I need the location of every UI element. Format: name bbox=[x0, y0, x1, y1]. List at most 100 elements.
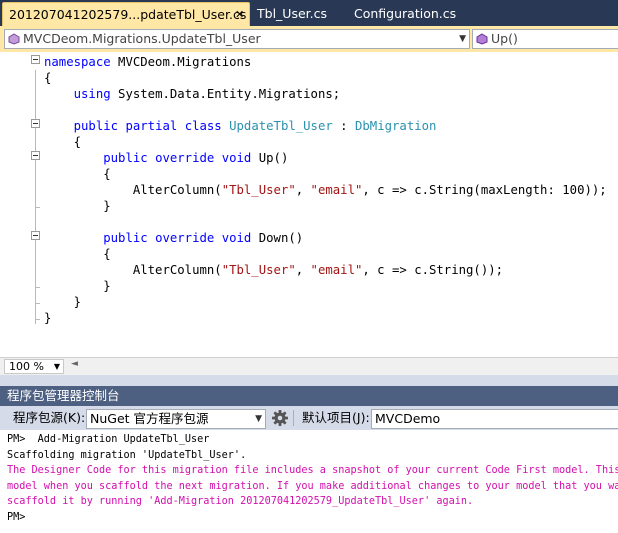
code-text: Up() bbox=[251, 151, 289, 165]
code-line: { bbox=[44, 70, 51, 86]
console-title-bar: 程序包管理器控制台 bbox=[0, 386, 618, 406]
chevron-down-icon: ▼ bbox=[53, 362, 60, 371]
console-title: 程序包管理器控制台 bbox=[7, 388, 120, 403]
package-source-label: 程序包源(K): bbox=[13, 410, 86, 425]
code-text: , c => c.String(maxLength: 100)); bbox=[362, 183, 607, 197]
outline-end bbox=[35, 319, 40, 320]
code-keyword: public bbox=[103, 151, 148, 165]
code-text: { bbox=[44, 167, 111, 181]
code-text: Down() bbox=[251, 231, 304, 245]
outline-line bbox=[35, 70, 36, 324]
code-text: , bbox=[295, 263, 311, 277]
code-text: MVCDeom.Migrations bbox=[110, 55, 252, 69]
collapse-icon[interactable] bbox=[31, 119, 40, 128]
outline-end bbox=[35, 303, 40, 304]
code-text: { bbox=[44, 135, 82, 149]
code-text: , bbox=[295, 183, 311, 197]
code-keyword: partial bbox=[125, 119, 178, 133]
type-selector-dropdown[interactable]: MVCDeom.Migrations.UpdateTbl_User ▼ bbox=[4, 29, 470, 49]
code-text: AlterColumn( bbox=[44, 183, 222, 197]
code-string: "Tbl_User" bbox=[221, 263, 296, 277]
package-source-dropdown[interactable]: NuGet 官方程序包源 ▼ bbox=[86, 409, 266, 429]
tab-label: 201207041202579...pdateTbl_User.cs bbox=[9, 7, 247, 22]
code-line: public partial class UpdateTbl_User : Db… bbox=[44, 118, 437, 134]
scroll-left-icon[interactable]: ◄ bbox=[71, 359, 78, 369]
navigation-bar: MVCDeom.Migrations.UpdateTbl_User ▼ Up() bbox=[0, 26, 618, 52]
code-text: } bbox=[44, 199, 111, 213]
collapse-icon[interactable] bbox=[31, 151, 40, 160]
code-line: } bbox=[44, 310, 51, 326]
close-icon[interactable]: ✕ bbox=[235, 3, 244, 27]
console-output[interactable]: PM> Add-Migration UpdateTbl_User Scaffold… bbox=[0, 430, 618, 533]
code-text: System.Data.Entity.Migrations; bbox=[110, 87, 341, 101]
code-text: { bbox=[44, 71, 52, 85]
code-text: { bbox=[44, 247, 111, 261]
tab-label: Configuration.cs bbox=[354, 6, 457, 21]
tab-tbl-user[interactable]: Tbl_User.cs bbox=[257, 2, 327, 26]
code-line: namespace MVCDeom.Migrations bbox=[44, 54, 251, 70]
code-keyword: public bbox=[73, 119, 119, 133]
method-icon bbox=[476, 33, 488, 45]
code-keyword: void bbox=[221, 231, 252, 245]
collapse-icon[interactable] bbox=[31, 231, 40, 240]
editor-status-row bbox=[0, 357, 618, 375]
package-source-value: NuGet 官方程序包源 bbox=[90, 411, 209, 426]
toolbar-separator bbox=[293, 410, 294, 426]
code-text: , c => c.String()); bbox=[362, 263, 504, 277]
code-string: "email" bbox=[310, 263, 363, 277]
gear-icon[interactable] bbox=[271, 409, 289, 427]
default-project-value: MVCDemo bbox=[375, 411, 441, 426]
code-text: } bbox=[44, 279, 111, 293]
code-text: : bbox=[332, 119, 355, 133]
code-text: } bbox=[44, 295, 82, 309]
code-keyword: namespace bbox=[44, 55, 111, 69]
code-text: AlterColumn( bbox=[44, 263, 222, 277]
default-project-dropdown[interactable]: MVCDemo bbox=[371, 409, 618, 429]
type-selector-value: MVCDeom.Migrations.UpdateTbl_User bbox=[23, 31, 261, 46]
code-keyword: override bbox=[155, 231, 215, 245]
chevron-down-icon: ▼ bbox=[255, 414, 262, 424]
code-line: using System.Data.Entity.Migrations; bbox=[44, 86, 341, 102]
member-selector-dropdown[interactable]: Up() bbox=[472, 29, 618, 49]
code-keyword: class bbox=[184, 119, 222, 133]
code-line: } bbox=[44, 198, 111, 214]
code-line: AlterColumn("Tbl_User", "email", c => c.… bbox=[44, 262, 503, 278]
console-output-line: PM> bbox=[7, 512, 26, 523]
code-type: UpdateTbl_User bbox=[229, 119, 333, 133]
console-output-line: The Designer Code for this migration fil… bbox=[7, 465, 618, 477]
code-keyword: void bbox=[221, 151, 252, 165]
code-line: { bbox=[44, 166, 111, 182]
code-line: public override void Down() bbox=[44, 230, 303, 246]
code-line: } bbox=[44, 278, 111, 294]
chevron-down-icon: ▼ bbox=[459, 34, 466, 44]
code-line: { bbox=[44, 246, 111, 262]
class-icon bbox=[8, 33, 20, 45]
default-project-label: 默认项目(J): bbox=[302, 410, 370, 425]
member-selector-value: Up() bbox=[491, 31, 518, 46]
tab-configuration[interactable]: Configuration.cs bbox=[354, 2, 456, 26]
console-output-line: PM> Add-Migration UpdateTbl_User bbox=[7, 434, 210, 445]
zoom-dropdown[interactable]: 100 % ▼ bbox=[4, 359, 64, 374]
collapse-icon[interactable] bbox=[31, 55, 40, 64]
tab-label: Tbl_User.cs bbox=[257, 6, 327, 21]
console-output-line: scaffold it by running 'Add-Migration 20… bbox=[7, 496, 474, 508]
code-type: DbMigration bbox=[355, 119, 437, 133]
console-toolbar: 程序包源(K): NuGet 官方程序包源 ▼ 默认项目(J): MVCDemo bbox=[0, 406, 618, 430]
console-output-line: model when you scaffold the next migrati… bbox=[7, 480, 618, 492]
tab-migration-file[interactable]: 201207041202579...pdateTbl_User.cs ✕ bbox=[2, 2, 250, 26]
outline-end bbox=[35, 287, 40, 288]
code-string: "Tbl_User" bbox=[221, 183, 296, 197]
code-line: } bbox=[44, 294, 81, 310]
code-line: { bbox=[44, 134, 81, 150]
outline-end bbox=[35, 207, 40, 208]
